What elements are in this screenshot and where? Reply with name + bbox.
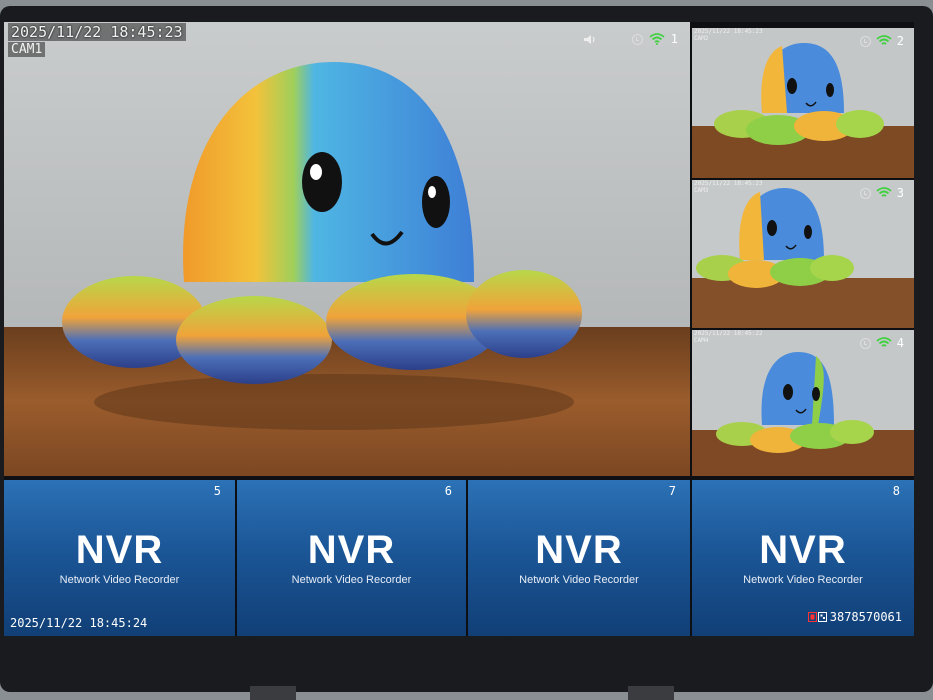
wifi-icon	[876, 35, 892, 45]
main-camera-timestamp: 2025/11/22 18:45:23	[8, 23, 186, 41]
nvr-subtitle: Network Video Recorder	[743, 574, 863, 586]
wifi-icon	[876, 187, 892, 197]
camera-2-name: CAM2	[694, 35, 709, 42]
channel-number-3: 3	[896, 186, 904, 200]
nvr-screen: 2025/11/22 18:45:23 CAM1 1 2025/11/22 18…	[4, 22, 914, 636]
camera-feed-1	[4, 22, 690, 476]
record-icon	[859, 187, 871, 199]
camera-feed-2	[692, 28, 914, 178]
camera-4-timestamp: 2025/11/22 18:45:22	[694, 330, 763, 337]
main-camera-name: CAM1	[8, 42, 46, 57]
wifi-icon	[876, 337, 892, 347]
camera-tile-4[interactable]: 2025/11/22 18:45:22 CAM4 4	[692, 330, 914, 476]
nvr-logo: NVR	[75, 528, 164, 572]
camera-tile-2[interactable]: 2025/11/22 18:45:23 CAM2 2	[692, 28, 914, 178]
channel-number-2: 2	[896, 34, 904, 48]
camera-tile-7[interactable]: 7 NVR Network Video Recorder	[468, 480, 690, 636]
camera-tile-3[interactable]: 2025/11/22 18:45:23 CAM3 3	[692, 180, 914, 328]
camera-tile-5[interactable]: 5 NVR Network Video Recorder	[4, 480, 235, 636]
device-id: 3878570061	[807, 610, 902, 624]
camera-4-name: CAM4	[694, 337, 709, 344]
monitor-stand-right	[628, 686, 674, 700]
device-id-text: 3878570061	[829, 610, 902, 624]
speaker-icon[interactable]	[583, 34, 596, 45]
camera-4-status-icons: 4	[859, 336, 904, 350]
nvr-logo: NVR	[759, 528, 847, 572]
camera-3-status-icons: 3	[859, 186, 904, 200]
nvr-logo: NVR	[535, 528, 623, 572]
record-icon	[859, 337, 871, 349]
main-camera-status-icons: 1	[583, 32, 678, 46]
channel-number-7: 7	[668, 484, 676, 498]
camera-3-name: CAM3	[694, 187, 709, 194]
nvr-subtitle: Network Video Recorder	[519, 574, 639, 586]
channel-number-8: 8	[892, 484, 900, 498]
camera-2-timestamp: 2025/11/22 18:45:23	[694, 28, 763, 35]
channel-number-4: 4	[896, 336, 904, 350]
record-icon	[631, 33, 643, 45]
channel-number-6: 6	[444, 484, 452, 498]
camera-3-timestamp: 2025/11/22 18:45:23	[694, 180, 763, 187]
camera-tile-6[interactable]: 6 NVR Network Video Recorder	[237, 480, 466, 636]
qr-code-icon[interactable]	[807, 612, 828, 622]
nvr-subtitle: Network Video Recorder	[59, 574, 180, 586]
nvr-subtitle: Network Video Recorder	[291, 574, 412, 586]
camera-tile-1[interactable]: 2025/11/22 18:45:23 CAM1 1	[4, 22, 690, 476]
nvr-logo: NVR	[307, 528, 396, 572]
system-clock: 2025/11/22 18:45:24	[10, 616, 148, 630]
record-icon	[859, 35, 871, 47]
camera-feed-4	[692, 330, 914, 476]
monitor-stand-left	[250, 686, 296, 700]
channel-number-1: 1	[670, 32, 678, 46]
camera-feed-3	[692, 180, 914, 328]
camera-2-status-icons: 2	[859, 34, 904, 48]
channel-number-5: 5	[213, 484, 221, 498]
monitor-bezel: 2025/11/22 18:45:23 CAM1 1 2025/11/22 18…	[0, 6, 933, 692]
wifi-icon	[649, 33, 665, 45]
